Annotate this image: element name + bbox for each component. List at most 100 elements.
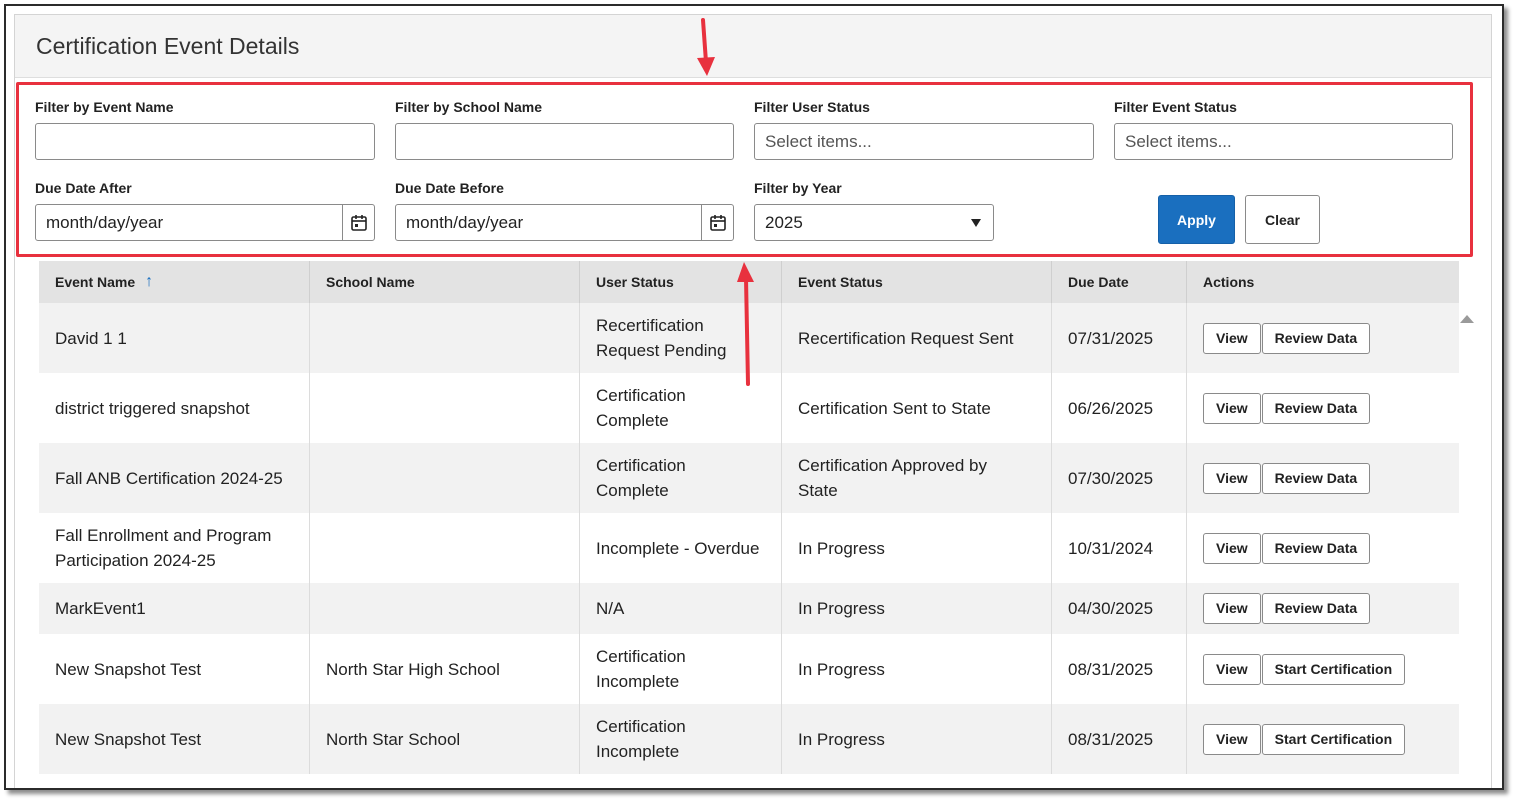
- cell-event-name-text: Fall Enrollment and Program Participatio…: [55, 526, 272, 570]
- page-title: Certification Event Details: [36, 33, 300, 59]
- header-due-date[interactable]: Due Date: [1052, 261, 1187, 303]
- cell-event-status-text: Recertification Request Sent: [798, 328, 1014, 348]
- review-data-button[interactable]: Review Data: [1261, 462, 1371, 494]
- cell-event-name-text: Fall ANB Certification 2024-25: [55, 468, 283, 488]
- red-annotation-arrow-icon: [697, 18, 715, 76]
- table-row: MarkEvent1 N/A In Progress 04/30/2025 View Re…: [39, 583, 1459, 634]
- cell-due-date-text: 06/26/2025: [1068, 398, 1154, 418]
- cell-event-status: In Progress: [782, 704, 1052, 774]
- cell-user-status-text: Certification Incomplete: [596, 647, 686, 691]
- header-school-name[interactable]: School Name: [310, 261, 580, 303]
- start-certification-button[interactable]: Start Certification: [1261, 723, 1406, 755]
- cell-event-status-text: Certification Approved by State: [798, 456, 987, 500]
- table-row: Fall ANB Certification 2024-25 Certificat…: [39, 443, 1459, 513]
- cell-event-status-text: In Progress: [798, 659, 885, 679]
- cell-school-name-text: North Star High School: [326, 659, 500, 679]
- table-row: Fall Enrollment and Program Participatio…: [39, 513, 1459, 583]
- cell-event-name: MarkEvent1: [39, 583, 310, 634]
- screenshot-frame: Certification Event Details Filter by Ev…: [4, 4, 1504, 790]
- review-data-button[interactable]: Review Data: [1261, 532, 1371, 564]
- scroll-up-arrow-icon[interactable]: [1460, 315, 1474, 323]
- view-button[interactable]: View: [1203, 653, 1261, 685]
- cell-event-name: New Snapshot Test: [39, 704, 310, 774]
- cell-event-status-text: In Progress: [798, 729, 885, 749]
- cell-event-status-text: In Progress: [798, 538, 885, 558]
- view-button[interactable]: View: [1203, 532, 1261, 564]
- cell-actions: View Review Data: [1187, 513, 1459, 583]
- cell-school-name-text: North Star School: [326, 729, 461, 749]
- cell-actions: View Start Certification: [1187, 704, 1459, 774]
- cell-user-status-text: Certification Complete: [596, 456, 686, 500]
- filter-highlight-box: [16, 82, 1473, 257]
- view-button[interactable]: View: [1203, 593, 1261, 624]
- cell-user-status: Certification Incomplete: [580, 704, 782, 774]
- cell-user-status: Certification Incomplete: [580, 634, 782, 704]
- cell-user-status: Incomplete - Overdue: [580, 513, 782, 583]
- cell-event-name: district triggered snapshot: [39, 373, 310, 443]
- review-data-button[interactable]: Review Data: [1261, 593, 1371, 624]
- cell-user-status-text: Incomplete - Overdue: [596, 538, 760, 558]
- cell-event-name-text: New Snapshot Test: [55, 729, 202, 749]
- cell-actions: View Review Data: [1187, 443, 1459, 513]
- cell-event-status: Certification Approved by State: [782, 443, 1052, 513]
- cell-actions: View Review Data: [1187, 583, 1459, 634]
- cell-event-status: Recertification Request Sent: [782, 303, 1052, 373]
- cell-event-name: Fall Enrollment and Program Participatio…: [39, 513, 310, 583]
- cell-event-status-text: Certification Sent to State: [798, 398, 991, 418]
- cell-due-date-text: 07/31/2025: [1068, 328, 1154, 348]
- header-event-status[interactable]: Event Status: [782, 261, 1052, 303]
- view-button[interactable]: View: [1203, 723, 1261, 755]
- cell-event-name-text: New Snapshot Test: [55, 659, 202, 679]
- cell-due-date: 06/26/2025: [1052, 373, 1187, 443]
- cell-event-status: In Progress: [782, 634, 1052, 704]
- review-data-button[interactable]: Review Data: [1261, 392, 1371, 424]
- cell-school-name: [310, 373, 580, 443]
- cell-school-name: North Star School: [310, 704, 580, 774]
- cell-due-date-text: 04/30/2025: [1068, 599, 1154, 618]
- cell-due-date-text: 08/31/2025: [1068, 659, 1154, 679]
- cell-event-status: In Progress: [782, 513, 1052, 583]
- cell-school-name: [310, 583, 580, 634]
- cell-event-name-text: David 1 1: [55, 328, 127, 348]
- cell-due-date-text: 10/31/2024: [1068, 538, 1154, 558]
- cell-event-status: In Progress: [782, 583, 1052, 634]
- cell-user-status-text: N/A: [596, 599, 625, 618]
- cell-due-date: 10/31/2024: [1052, 513, 1187, 583]
- cell-school-name: [310, 443, 580, 513]
- cell-due-date: 07/31/2025: [1052, 303, 1187, 373]
- cell-event-name: Fall ANB Certification 2024-25: [39, 443, 310, 513]
- table-scrollbar[interactable]: [1459, 304, 1475, 788]
- view-button[interactable]: View: [1203, 392, 1261, 424]
- cell-due-date: 07/30/2025: [1052, 443, 1187, 513]
- cell-user-status-text: Certification Incomplete: [596, 717, 686, 761]
- view-button[interactable]: View: [1203, 322, 1261, 354]
- cell-event-name: New Snapshot Test: [39, 634, 310, 704]
- cell-event-status: Certification Sent to State: [782, 373, 1052, 443]
- cell-user-status: Certification Complete: [580, 443, 782, 513]
- red-annotation-arrow-icon: [737, 262, 754, 386]
- cell-user-status: N/A: [580, 583, 782, 634]
- cell-actions: View Start Certification: [1187, 634, 1459, 704]
- table-row: New Snapshot Test North Star High School C…: [39, 634, 1459, 704]
- cell-event-name-text: district triggered snapshot: [55, 398, 250, 418]
- view-button[interactable]: View: [1203, 462, 1261, 494]
- cell-due-date-text: 07/30/2025: [1068, 468, 1154, 488]
- cell-event-status-text: In Progress: [798, 599, 885, 618]
- header-event-name[interactable]: Event Name ↑: [39, 261, 310, 303]
- cell-user-status-text: Certification Complete: [596, 386, 686, 430]
- cell-due-date: 08/31/2025: [1052, 704, 1187, 774]
- cell-school-name: North Star High School: [310, 634, 580, 704]
- cell-actions: View Review Data: [1187, 373, 1459, 443]
- sort-ascending-icon: ↑: [145, 273, 154, 290]
- cell-due-date: 04/30/2025: [1052, 583, 1187, 634]
- header-actions: Actions: [1203, 274, 1255, 290]
- table-row: New Snapshot Test North Star School Certif…: [39, 704, 1459, 774]
- panel-header: Certification Event Details: [15, 15, 1491, 78]
- cell-event-name: David 1 1: [39, 303, 310, 373]
- cell-school-name: [310, 513, 580, 583]
- cell-actions: View Review Data: [1187, 303, 1459, 373]
- start-certification-button[interactable]: Start Certification: [1261, 653, 1406, 685]
- review-data-button[interactable]: Review Data: [1261, 322, 1371, 354]
- cell-due-date-text: 08/31/2025: [1068, 729, 1154, 749]
- cell-due-date: 08/31/2025: [1052, 634, 1187, 704]
